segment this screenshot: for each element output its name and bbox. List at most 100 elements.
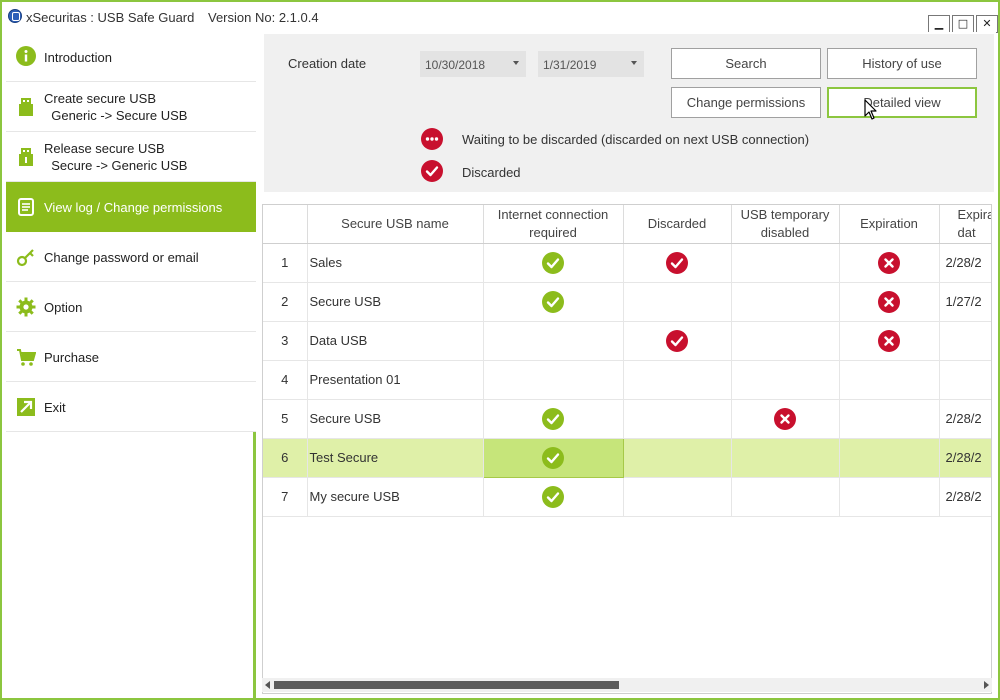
discarded-cell[interactable] — [623, 477, 732, 517]
discarded-cell[interactable] — [623, 282, 732, 322]
column-header-number[interactable] — [263, 205, 308, 244]
internet-required-cell[interactable] — [483, 321, 624, 361]
discarded-cell[interactable] — [623, 243, 732, 283]
column-header-discarded[interactable]: Discarded — [623, 205, 732, 244]
expiration-date-cell[interactable] — [939, 321, 991, 361]
discarded-cell[interactable] — [623, 360, 732, 400]
discarded-check-icon — [666, 251, 688, 274]
close-button[interactable]: ✕ — [976, 15, 998, 33]
key-icon — [16, 247, 36, 267]
sidebar-item-change-password[interactable]: Change password or email — [6, 232, 256, 282]
scroll-left-icon[interactable] — [265, 681, 270, 689]
sidebar-item-label: Create secure USB Generic -> Secure USB — [44, 91, 188, 123]
usb-name-cell[interactable]: Secure USB — [307, 399, 484, 439]
temp-disabled-cell[interactable] — [731, 477, 840, 517]
row-number[interactable]: 3 — [263, 321, 308, 361]
expiration-cell[interactable] — [839, 477, 940, 517]
internet-required-cell[interactable] — [482, 437, 624, 478]
history-of-use-button[interactable]: History of use — [827, 48, 977, 79]
usb-name-cell[interactable]: Test Secure — [307, 438, 484, 478]
maximize-button[interactable]: □ — [952, 15, 974, 33]
table-row[interactable]: 2 Secure USB 1/27/2 — [263, 282, 991, 322]
expiration-date-cell[interactable]: 2/28/2 — [939, 243, 991, 283]
sidebar-item-option[interactable]: Option — [6, 282, 256, 332]
column-header-internet[interactable]: Internet connection required — [483, 205, 624, 244]
sidebar-item-label: Change password or email — [44, 250, 199, 265]
row-number[interactable]: 2 — [263, 282, 308, 322]
minimize-button[interactable]: ▁ — [928, 15, 950, 33]
check-green-icon — [542, 485, 564, 508]
column-header-name[interactable]: Secure USB name — [307, 205, 484, 244]
sidebar-item-create-secure-usb[interactable]: Create secure USB Generic -> Secure USB — [6, 82, 256, 132]
table-row[interactable]: 1 Sales 2/28/2 — [263, 243, 991, 283]
usb-name-cell[interactable]: Secure USB — [307, 282, 484, 322]
table-row[interactable]: 4 Presentation 01 — [263, 360, 991, 400]
internet-required-cell[interactable] — [483, 360, 624, 400]
scrollbar-thumb[interactable] — [274, 681, 619, 689]
internet-required-cell[interactable] — [483, 477, 624, 517]
table-row[interactable]: 7 My secure USB 2/28/2 — [263, 477, 991, 517]
sidebar-item-label: Option — [44, 300, 83, 315]
internet-required-cell[interactable] — [483, 399, 624, 439]
usb-name-cell[interactable]: Data USB — [307, 321, 484, 361]
usb-name-cell[interactable]: Sales — [307, 243, 484, 283]
expiration-cell[interactable] — [839, 282, 940, 322]
temp-disabled-cell[interactable] — [731, 399, 840, 439]
expiration-date-cell[interactable] — [939, 360, 991, 400]
gear-icon — [16, 297, 36, 317]
column-header-temp-disabled[interactable]: USB temporary disabled — [731, 205, 840, 244]
discarded-cell[interactable] — [623, 438, 732, 478]
column-header-expiration-date[interactable]: Expira dat — [939, 205, 991, 244]
expiration-date-cell[interactable]: 2/28/2 — [939, 438, 991, 478]
date-from-picker[interactable]: 10/30/2018 — [420, 51, 526, 77]
detailed-view-button[interactable]: Detailed view — [827, 87, 977, 118]
sidebar-item-view-log[interactable]: View log / Change permissions — [6, 182, 256, 232]
expiration-date-cell[interactable]: 1/27/2 — [939, 282, 991, 322]
table-row[interactable]: 3 Data USB — [263, 321, 991, 361]
discarded-cell[interactable] — [623, 399, 732, 439]
sidebar-item-introduction[interactable]: Introduction — [6, 32, 256, 82]
expiration-date-cell[interactable]: 2/28/2 — [939, 477, 991, 517]
title-bar: xSecuritas : USB Safe Guard Version No: … — [2, 2, 998, 33]
info-icon — [16, 46, 36, 66]
temp-disabled-cell[interactable] — [731, 243, 840, 283]
expiration-cell[interactable] — [839, 438, 940, 478]
row-number[interactable]: 4 — [263, 360, 308, 400]
usb-name-cell[interactable]: Presentation 01 — [307, 360, 484, 400]
internet-required-cell[interactable] — [483, 282, 624, 322]
table-row[interactable]: 5 Secure USB 2/28/2 — [263, 399, 991, 439]
sidebar-item-release-secure-usb[interactable]: Release secure USB Secure -> Generic USB — [6, 132, 256, 182]
row-number[interactable]: 6 — [263, 438, 308, 478]
sidebar-item-purchase[interactable]: Purchase — [6, 332, 256, 382]
main-panel: Creation date 10/30/2018 1/31/2019 Searc… — [258, 32, 996, 698]
expiration-date-cell[interactable]: 2/28/2 — [939, 399, 991, 439]
temp-disabled-cell[interactable] — [731, 438, 840, 478]
expiration-cell[interactable] — [839, 399, 940, 439]
legend-waiting-label: Waiting to be discarded (discarded on ne… — [462, 132, 810, 147]
expiration-cell[interactable] — [839, 360, 940, 400]
sidebar-item-exit[interactable]: Exit — [6, 382, 256, 432]
row-number[interactable]: 5 — [263, 399, 308, 439]
app-version: Version No: 2.1.0.4 — [208, 10, 319, 25]
search-button[interactable]: Search — [671, 48, 821, 79]
date-to-picker[interactable]: 1/31/2019 — [538, 51, 644, 77]
horizontal-scrollbar[interactable] — [262, 678, 992, 692]
usb-table: Secure USB name Internet connection requ… — [262, 204, 992, 694]
change-permissions-button[interactable]: Change permissions — [671, 87, 821, 118]
discarded-check-icon — [666, 329, 688, 352]
scroll-right-icon[interactable] — [984, 681, 989, 689]
table-row[interactable]: 6 Test Secure 2/28/2 — [263, 437, 991, 478]
temp-disabled-cell[interactable] — [731, 360, 840, 400]
expiration-cell[interactable] — [839, 321, 940, 361]
internet-required-cell[interactable] — [483, 243, 624, 283]
temp-disabled-cell[interactable] — [731, 282, 840, 322]
discarded-cell[interactable] — [623, 321, 732, 361]
date-to-value: 1/31/2019 — [543, 58, 597, 72]
column-header-expiration[interactable]: Expiration — [839, 205, 940, 244]
temp-disabled-cell[interactable] — [731, 321, 840, 361]
x-red-icon — [878, 251, 900, 274]
usb-name-cell[interactable]: My secure USB — [307, 477, 484, 517]
row-number[interactable]: 7 — [263, 477, 308, 517]
row-number[interactable]: 1 — [263, 243, 308, 283]
expiration-cell[interactable] — [839, 243, 940, 283]
